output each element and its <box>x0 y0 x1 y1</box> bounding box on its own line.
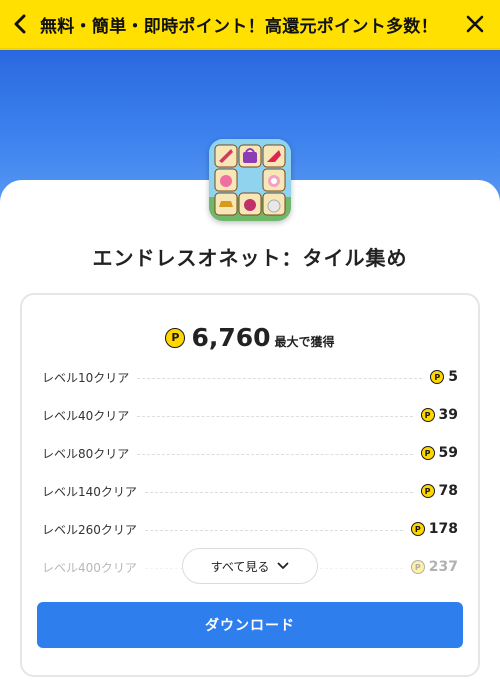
app-title: エンドレスオネット：タイル集め <box>92 246 408 270</box>
reward-value: 178 <box>428 521 458 537</box>
reward-value: 78 <box>438 483 458 499</box>
total-points: P 6,760 最大で獲得 <box>22 323 478 352</box>
reward-value: 237 <box>428 559 458 575</box>
point-coin-icon: P <box>410 522 425 536</box>
reward-row: レベル40クリア P 39 <box>42 405 458 425</box>
reward-row: レベル260クリア P 178 <box>42 519 458 539</box>
header-title: 無料・簡単・即時ポイント！高還元ポイント多数！ <box>40 16 438 37</box>
point-coin-icon: P <box>410 560 425 574</box>
reward-label: レベル10クリア <box>42 370 130 385</box>
close-button[interactable] <box>450 0 500 49</box>
reward-label: レベル80クリア <box>42 446 130 461</box>
tile-matching-game-icon <box>209 139 291 221</box>
total-points-suffix: 最大で獲得 <box>274 335 335 349</box>
reward-row: レベル10クリア P 5 <box>42 367 458 387</box>
reward-value: 5 <box>448 369 458 385</box>
see-all-button[interactable]: すべて見る <box>182 548 318 584</box>
leader-dots <box>144 491 413 493</box>
point-coin-icon: P <box>420 408 435 422</box>
back-button[interactable] <box>0 0 40 49</box>
leader-dots <box>137 415 413 417</box>
close-icon <box>466 15 484 33</box>
leader-dots <box>137 377 423 379</box>
reward-value: 59 <box>438 445 458 461</box>
see-all-label: すべて見る <box>210 559 270 574</box>
top-bar: 無料・簡単・即時ポイント！高還元ポイント多数！ <box>0 0 500 50</box>
total-points-value: 6,760 <box>191 323 271 352</box>
reward-row: レベル80クリア P 59 <box>42 443 458 463</box>
leader-dots <box>137 453 413 455</box>
reward-value: 39 <box>438 407 458 423</box>
leader-dots <box>144 529 403 531</box>
reward-row: レベル140クリア P 78 <box>42 481 458 501</box>
point-coin-icon: P <box>430 370 445 384</box>
chevron-down-icon <box>277 562 289 569</box>
reward-label: レベル400クリア <box>42 560 137 575</box>
download-button[interactable]: ダウンロード <box>37 602 463 648</box>
point-coin-icon: P <box>420 446 435 460</box>
reward-label: レベル260クリア <box>42 522 137 537</box>
point-coin-icon: P <box>420 484 435 498</box>
reward-label: レベル140クリア <box>42 484 137 499</box>
reward-card: P 6,760 最大で獲得 レベル10クリア P 5 レベル40クリア P 39… <box>20 293 480 677</box>
point-coin-icon: P <box>165 327 186 348</box>
chevron-left-icon <box>14 14 26 34</box>
reward-label: レベル40クリア <box>42 408 130 423</box>
